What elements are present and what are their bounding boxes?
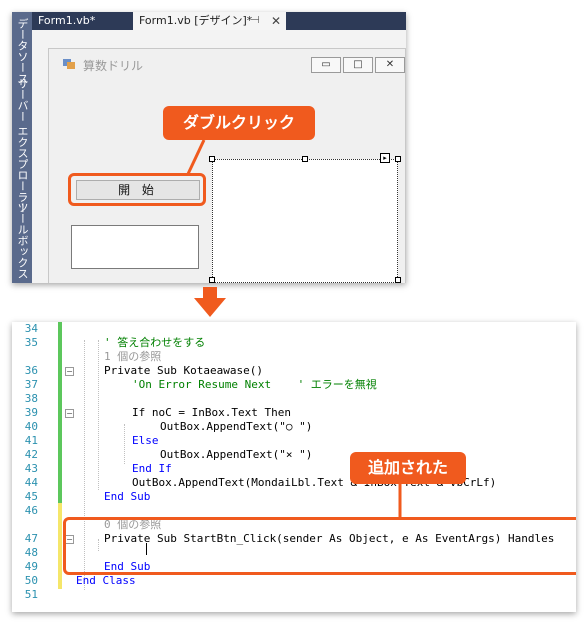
resize-handle[interactable] xyxy=(395,156,401,162)
code-line: OutBox.AppendText("○ ") xyxy=(160,420,313,433)
line-number: 40 xyxy=(24,420,38,433)
output-textbox[interactable]: ▲ xyxy=(212,159,398,283)
form-designer-panel: データソース サーバー エクスプローラー ツールボックス Form1.vb* F… xyxy=(12,12,406,283)
side-tab-toolbox[interactable]: ツールボックス xyxy=(12,202,32,280)
code-line: Private Sub Kotaeawase() xyxy=(104,364,263,377)
change-bar-saved xyxy=(58,322,62,503)
resize-handle[interactable] xyxy=(302,156,308,162)
tab-form1-design[interactable]: Form1.vb [デザイン]* ⊣ ✕ xyxy=(133,12,286,30)
tab-form1-design-label: Form1.vb [デザイン]* xyxy=(139,14,253,27)
pin-icon[interactable]: ⊣ xyxy=(251,12,260,30)
side-tab-server-explorer[interactable]: サーバー エクスプローラー xyxy=(12,78,32,214)
line-number: 48 xyxy=(24,546,38,559)
line-number: 46 xyxy=(24,504,38,517)
line-number: 41 xyxy=(24,434,38,447)
line-number: 35 xyxy=(24,336,38,349)
callout-added: 追加された xyxy=(350,452,466,484)
start-button[interactable]: 開 始 xyxy=(76,180,200,200)
code-line: 1 個の参照 xyxy=(104,350,161,364)
input-textbox[interactable] xyxy=(71,225,199,269)
side-tool-strip: データソース サーバー エクスプローラー ツールボックス xyxy=(12,12,32,283)
document-tab-bar: Form1.vb* Form1.vb [デザイン]* ⊣ ✕ xyxy=(32,12,406,30)
code-comment: ' 答え合わせをする xyxy=(104,336,206,349)
code-line: Else xyxy=(132,434,159,447)
smart-tag-icon[interactable]: ▸ xyxy=(380,153,390,163)
form-title: 算数ドリル xyxy=(83,59,144,73)
collapse-icon[interactable]: − xyxy=(65,367,74,376)
added-code-highlight xyxy=(63,517,576,575)
indent-guide xyxy=(124,424,125,464)
line-number: 36 xyxy=(24,364,38,377)
line-number: 47 xyxy=(24,532,38,545)
resize-handle[interactable] xyxy=(209,277,215,283)
line-number: 45 xyxy=(24,490,38,503)
line-number: 38 xyxy=(24,392,38,405)
code-line: If noC = InBox.Text Then xyxy=(132,406,291,419)
change-bar-unsaved xyxy=(58,503,62,589)
callout-pointer xyxy=(186,139,206,175)
line-number: 44 xyxy=(24,476,38,489)
form-icon xyxy=(63,59,75,69)
code-line: ' 答え合わせをする xyxy=(104,336,205,350)
code-line: End If xyxy=(132,462,172,475)
indent-guide xyxy=(98,340,99,490)
side-tab-data-sources[interactable]: データソース xyxy=(12,18,32,84)
resize-handle[interactable] xyxy=(395,277,401,283)
close-button[interactable]: ✕ xyxy=(375,57,405,73)
line-number: 43 xyxy=(24,462,38,475)
code-editor-panel[interactable]: 34 35 ' 答え合わせをする 1 個の参照 36 − Private Sub… xyxy=(12,322,576,612)
minimize-button[interactable]: ▭ xyxy=(311,57,341,73)
codelens-reference-count[interactable]: 1 個の参照 xyxy=(104,350,161,363)
callout-double-click: ダブルクリック xyxy=(163,106,315,140)
arrow-down-icon xyxy=(194,287,226,317)
line-number: 39 xyxy=(24,406,38,419)
code-line: OutBox.AppendText("× ") xyxy=(160,448,313,461)
line-number: 37 xyxy=(24,378,38,391)
code-line: End Class xyxy=(76,574,136,587)
code-line: 'On Error Resume Next ' エラーを無視 xyxy=(132,378,377,392)
line-number: 34 xyxy=(24,322,38,335)
line-number: 49 xyxy=(24,560,38,573)
collapse-icon[interactable]: − xyxy=(65,409,74,418)
line-number: 42 xyxy=(24,448,38,461)
close-icon[interactable]: ✕ xyxy=(271,12,281,30)
code-line: End Sub xyxy=(104,490,151,503)
code-comment: 'On Error Resume Next ' エラーを無視 xyxy=(132,378,377,391)
line-number: 50 xyxy=(24,574,38,587)
line-number: 51 xyxy=(24,588,38,601)
callout-pointer xyxy=(398,482,402,518)
maximize-button[interactable]: □ xyxy=(343,57,373,73)
form-title-bar: 算数ドリル ▭ □ ✕ xyxy=(49,49,405,79)
tab-form1-code[interactable]: Form1.vb* xyxy=(32,12,133,30)
